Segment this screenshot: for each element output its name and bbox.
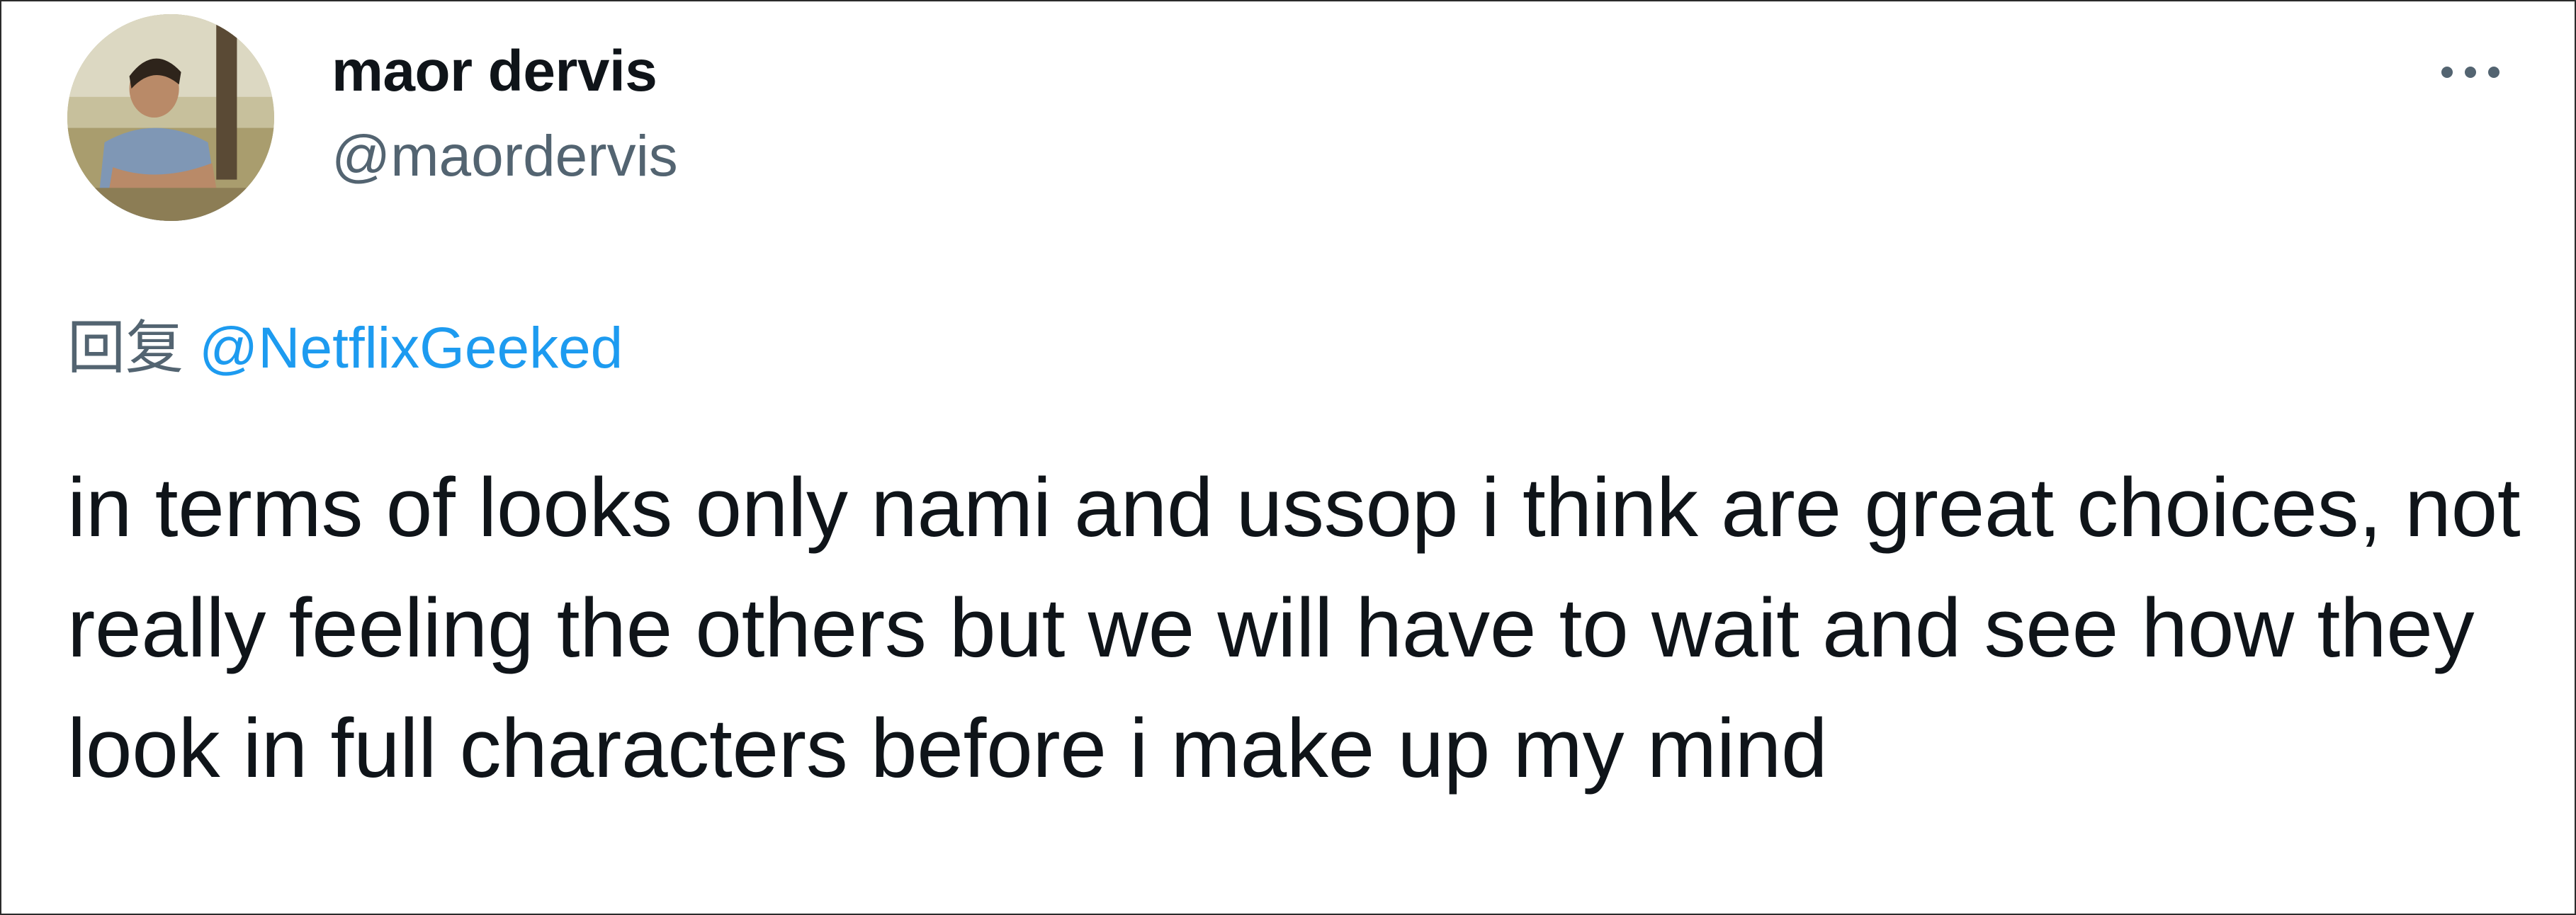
author-display-name[interactable]: maor dervis [332,38,657,105]
avatar[interactable] [67,14,274,221]
author-handle[interactable]: @maordervis [332,123,678,190]
reply-context: 回复 @NetflixGeeked [67,300,623,385]
reply-prefix-label: 回复 [67,314,184,382]
tweet-card: maor dervis @maordervis 回复 @NetflixGeeked… [0,0,2576,915]
user-photo-avatar-icon [67,14,274,221]
more-horizontal-icon [2441,67,2499,78]
reply-to-handle-link[interactable]: @NetflixGeeked [199,316,623,380]
more-options-button[interactable] [2431,44,2509,101]
tweet-text: in terms of looks only nami and ussop i … [67,461,2521,795]
